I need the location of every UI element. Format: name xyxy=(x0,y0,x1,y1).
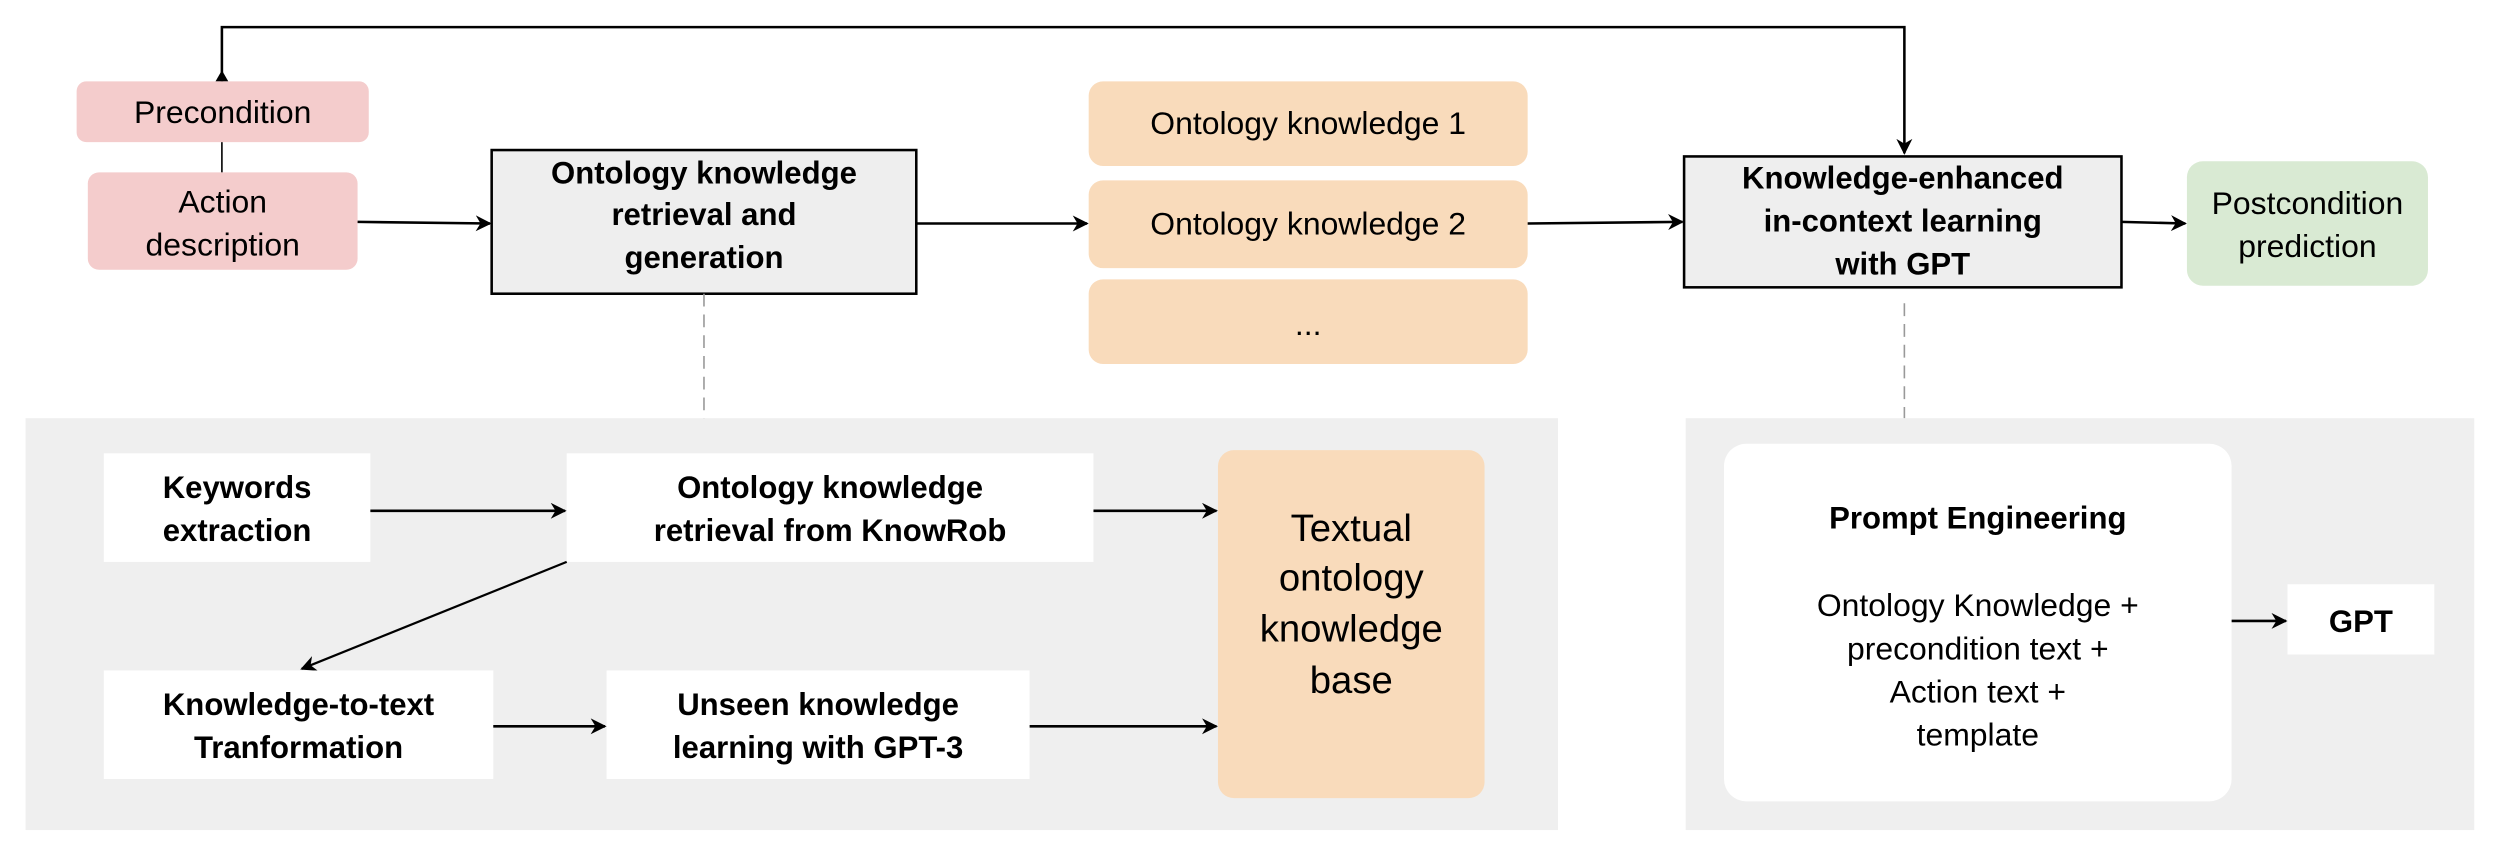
prompt-line-1: Ontology Knowledge + xyxy=(1817,587,2139,623)
icl-box: Knowledge-enhanced in-context learning w… xyxy=(1682,155,2123,289)
gpt-label: GPT xyxy=(2329,604,2393,639)
kb-line-2: ontology xyxy=(1279,557,1425,600)
keywords-line-2: extraction xyxy=(163,513,312,548)
precondition-label: Precondition xyxy=(134,94,311,130)
icl-line-1: Knowledge-enhanced xyxy=(1742,160,2064,195)
action-description-box: Action description xyxy=(87,172,358,270)
output-line-2: prediction xyxy=(2238,228,2376,264)
prompt-title: Prompt Engineering xyxy=(1829,500,2126,535)
precondition-box: Precondition xyxy=(76,81,369,143)
feedback-connector xyxy=(220,25,1913,155)
knowledge-item: ... xyxy=(1088,279,1528,364)
knowrob-line-2: retrieval from KnowRob xyxy=(654,513,1007,548)
kb-line-3: knowledge xyxy=(1260,608,1443,651)
knowledge-item: Ontology knowledge 2 xyxy=(1088,180,1528,269)
prompt-line-2: precondition text + xyxy=(1847,630,2109,666)
keywords-line-1: Keywords xyxy=(163,470,312,505)
kb-line-1: Textual xyxy=(1291,507,1412,550)
retrieval-line-2: retrieval and xyxy=(611,197,796,232)
output-line-1: Postcondition xyxy=(2212,185,2404,221)
arrow-action-to-retrieval xyxy=(357,215,492,232)
knowrob-box: Ontology knowledge retrieval from KnowRo… xyxy=(566,453,1094,562)
gpt-box: GPT xyxy=(2287,584,2435,655)
retrieval-line-1: Ontology knowledge xyxy=(551,156,857,191)
knowrob-line-1: Ontology knowledge xyxy=(677,470,983,505)
prompt-line-4: template xyxy=(1917,716,2039,752)
precondition-arrowhead-icon xyxy=(215,70,229,82)
kb-line-4: base xyxy=(1310,659,1393,702)
arrow-icl-to-output xyxy=(2121,215,2187,232)
unseen-line-2: learning with GPT-3 xyxy=(673,730,963,765)
knowledge-item-label: Ontology knowledge 2 xyxy=(1150,206,1466,242)
knowledge-item-label: ... xyxy=(1295,306,1322,342)
knowledge-base-box: Textual ontology knowledge base xyxy=(1217,450,1485,799)
retrieval-line-3: generation xyxy=(624,240,783,275)
k2t-line-2: Tranformation xyxy=(194,730,403,765)
postcondition-box: Postcondition prediction xyxy=(2186,161,2428,286)
prompt-line-3: Action text + xyxy=(1890,673,2066,709)
k2t-box: Knowledge-to-text Tranformation xyxy=(103,670,494,779)
pipeline-diagram: Precondition Action description Ontology… xyxy=(25,25,2475,831)
unseen-box: Unseen knowledge learning with GPT-3 xyxy=(606,670,1030,779)
k2t-line-1: Knowledge-to-text xyxy=(163,687,434,722)
retrieval-generation-box: Ontology knowledge retrieval and generat… xyxy=(490,148,918,295)
unseen-line-1: Unseen knowledge xyxy=(677,687,959,722)
knowledge-item-label: Ontology knowledge 1 xyxy=(1150,105,1466,141)
prompt-engineering-box: Prompt Engineering Ontology Knowledge + … xyxy=(1723,443,2232,802)
right-detail-panel: Prompt Engineering Ontology Knowledge + … xyxy=(1685,418,2475,831)
action-label-2: description xyxy=(146,226,300,262)
keywords-box: Keywords extraction xyxy=(103,453,371,562)
knowledge-item: Ontology knowledge 1 xyxy=(1088,81,1528,167)
action-label-1: Action xyxy=(178,183,267,219)
icl-line-3: with GPT xyxy=(1834,247,1970,282)
icl-line-2: in-context learning xyxy=(1764,203,2042,238)
arrow-knowledge-to-icl xyxy=(1527,214,1685,231)
left-detail-panel: Keywords extraction Ontology knowledge r… xyxy=(25,418,1558,831)
